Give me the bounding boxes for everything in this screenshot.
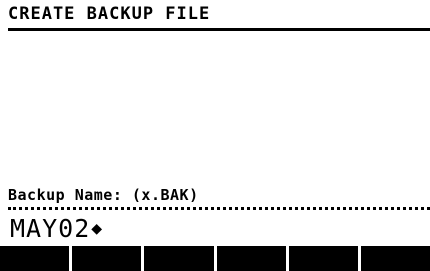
title-underline xyxy=(8,28,430,31)
softkey-2[interactable] xyxy=(72,246,142,271)
softkey-5[interactable] xyxy=(288,246,358,271)
softkey-4[interactable] xyxy=(216,246,286,271)
screen-title: CREATE BACKUP FILE xyxy=(8,4,211,24)
softkey-3[interactable] xyxy=(144,246,214,271)
softkey-bar xyxy=(0,246,430,271)
cursor-icon: ◆ xyxy=(91,218,103,239)
backup-name-prompt: Backup Name: (x.BAK) xyxy=(8,186,199,204)
calculator-screen: CREATE BACKUP FILE Backup Name: (x.BAK) … xyxy=(0,0,430,271)
softkey-1[interactable] xyxy=(0,246,70,271)
input-separator xyxy=(8,207,430,210)
backup-name-input[interactable]: MAY02 ◆ xyxy=(10,214,420,244)
backup-name-value: MAY02 xyxy=(10,214,91,243)
softkey-6[interactable] xyxy=(360,246,430,271)
